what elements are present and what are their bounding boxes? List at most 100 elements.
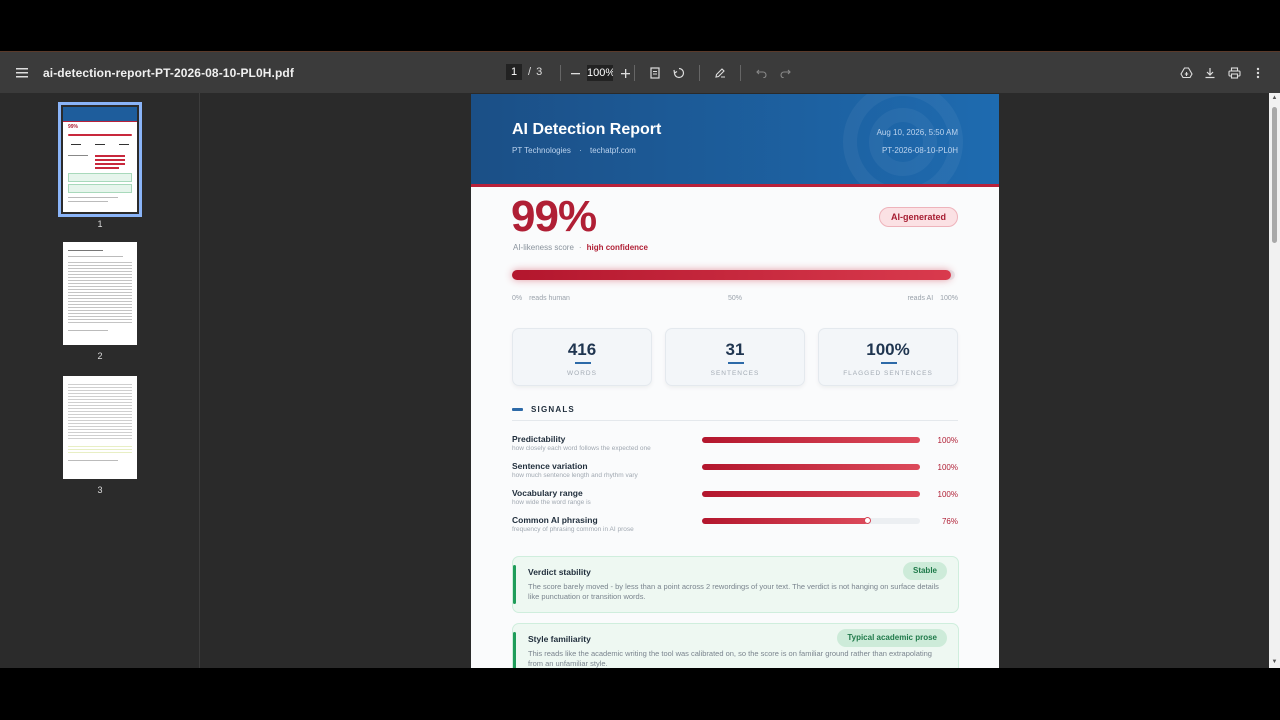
signal-description: how wide the word range is bbox=[512, 499, 591, 506]
drive-icon[interactable] bbox=[1174, 61, 1198, 85]
undo-icon[interactable] bbox=[749, 61, 773, 85]
section-marker bbox=[512, 408, 523, 411]
score-meter bbox=[512, 270, 955, 280]
report-org: PT Technologies · techatpf.com bbox=[512, 146, 636, 155]
score-separator: · bbox=[578, 243, 582, 252]
card-body: The score barely moved - by less than a … bbox=[528, 582, 939, 601]
stat-underline bbox=[881, 362, 897, 364]
signal-percent: 100% bbox=[937, 490, 958, 499]
card-accent bbox=[513, 632, 516, 668]
file-title: ai-detection-report-PT-2026-08-10-PL0H.p… bbox=[43, 66, 294, 80]
stat-value: 31 bbox=[725, 340, 745, 359]
vertical-scrollbar[interactable]: ▲ ▼ bbox=[1269, 93, 1280, 668]
scale-mid: 50% bbox=[728, 295, 743, 302]
page-total: 3 bbox=[536, 66, 543, 78]
scroll-up-arrow-icon[interactable]: ▲ bbox=[1271, 95, 1278, 102]
pdf-page: AI Detection Report PT Technologies · te… bbox=[471, 94, 999, 668]
signal-percent: 100% bbox=[937, 436, 958, 445]
card-tag: Typical academic prose bbox=[837, 629, 947, 647]
zoom-controls bbox=[560, 61, 633, 85]
letterbox-bottom bbox=[0, 668, 1280, 720]
card-body: This reads like the academic writing the… bbox=[528, 649, 932, 668]
org-name: PT Technologies bbox=[512, 146, 571, 155]
download-icon[interactable] bbox=[1198, 61, 1222, 85]
report-id: PT-2026-08-10-PL0H bbox=[881, 146, 958, 155]
confidence-label: high confidence bbox=[586, 243, 648, 252]
page-number-input[interactable] bbox=[506, 64, 522, 80]
scrollbar-thumb[interactable] bbox=[1272, 107, 1277, 243]
stat-label: FLAGGED SENTENCES bbox=[843, 370, 933, 377]
page-separator: / bbox=[528, 66, 532, 78]
signal-name: Common AI phrasing bbox=[512, 515, 598, 525]
signal-percent: 100% bbox=[937, 463, 958, 472]
signal-bar-fill bbox=[702, 437, 920, 443]
pen-icon[interactable] bbox=[708, 61, 732, 85]
stat-card-sentences: 31 SENTENCES bbox=[665, 328, 805, 386]
scale-left: 0% reads human bbox=[512, 295, 570, 302]
page-thumbnail-2[interactable] bbox=[63, 242, 137, 345]
signal-bar bbox=[702, 464, 920, 470]
view-tools bbox=[634, 61, 797, 85]
signal-row: Vocabulary range how wide the word range… bbox=[512, 488, 958, 512]
divider bbox=[740, 65, 741, 81]
fit-page-icon[interactable] bbox=[643, 61, 667, 85]
stat-value: 416 bbox=[567, 340, 597, 359]
card-title: Style familiarity bbox=[528, 634, 591, 644]
score-meter-fill bbox=[512, 270, 951, 280]
verdict-badge: AI-generated bbox=[878, 207, 958, 227]
signal-bar bbox=[702, 437, 920, 443]
signal-row: Sentence variation how much sentence len… bbox=[512, 461, 958, 485]
scale-left-text: reads human bbox=[529, 295, 570, 302]
print-icon[interactable] bbox=[1222, 61, 1246, 85]
section-title: SIGNALS bbox=[531, 405, 575, 414]
card-title: Verdict stability bbox=[528, 567, 591, 577]
plus-icon[interactable] bbox=[617, 61, 633, 85]
pdf-viewer: ai-detection-report-PT-2026-08-10-PL0H.p… bbox=[0, 52, 1280, 668]
divider bbox=[560, 65, 561, 81]
header-decoration bbox=[869, 108, 937, 176]
style-familiarity-card: Style familiarity Typical academic prose… bbox=[512, 623, 959, 668]
minus-icon[interactable] bbox=[567, 61, 583, 85]
scroll-down-arrow-icon[interactable]: ▼ bbox=[1271, 659, 1278, 666]
signal-percent: 76% bbox=[941, 517, 958, 526]
scale-left-pct: 0% bbox=[512, 295, 523, 302]
report-title: AI Detection Report bbox=[512, 121, 662, 138]
page-thumbnail-3[interactable] bbox=[63, 376, 137, 479]
more-vert-icon[interactable] bbox=[1246, 61, 1270, 85]
signal-bar-fill bbox=[702, 518, 868, 524]
score-label: AI-likeness score bbox=[513, 243, 574, 252]
score-caption: AI-likeness score · high confidence bbox=[513, 243, 648, 252]
org-site: techatpf.com bbox=[590, 146, 636, 155]
header-accent-rule bbox=[471, 184, 999, 187]
signal-bar bbox=[702, 517, 920, 524]
scale-right-pct: 100% bbox=[940, 295, 958, 302]
document-viewer[interactable]: AI Detection Report PT Technologies · te… bbox=[201, 93, 1269, 668]
signal-description: how much sentence length and rhythm vary bbox=[512, 472, 638, 479]
rotate-icon[interactable] bbox=[667, 61, 691, 85]
page-thumbnail-1[interactable]: 99% bbox=[58, 102, 142, 217]
signals-heading: SIGNALS bbox=[512, 405, 575, 414]
verdict-stability-card: Verdict stability Stable The score barel… bbox=[512, 556, 959, 613]
divider bbox=[699, 65, 700, 81]
section-divider bbox=[512, 420, 958, 421]
card-tag: Stable bbox=[902, 562, 947, 580]
signal-row: Common AI phrasing frequency of phrasing… bbox=[512, 515, 958, 539]
org-separator: · bbox=[579, 146, 582, 155]
redo-icon[interactable] bbox=[773, 61, 797, 85]
scale-right: reads AI 100% bbox=[907, 295, 958, 302]
thumbnail-sidebar: 99% 1 2 3 bbox=[0, 93, 200, 668]
card-accent bbox=[513, 565, 516, 604]
stat-underline bbox=[728, 362, 744, 364]
ai-score-value: 99% bbox=[511, 192, 597, 241]
zoom-input[interactable] bbox=[587, 65, 613, 81]
signal-bar-fill bbox=[702, 491, 920, 497]
stat-card-words: 416 WORDS bbox=[512, 328, 652, 386]
divider bbox=[634, 65, 635, 81]
signal-name: Predictability bbox=[512, 434, 566, 444]
stat-value: 100% bbox=[866, 340, 910, 359]
stat-label: WORDS bbox=[567, 370, 597, 377]
hamburger-icon[interactable] bbox=[10, 61, 34, 85]
signal-description: frequency of phrasing common in AI prose bbox=[512, 526, 634, 533]
signal-description: how closely each word follows the expect… bbox=[512, 445, 651, 452]
signal-bar-knob bbox=[863, 517, 871, 524]
